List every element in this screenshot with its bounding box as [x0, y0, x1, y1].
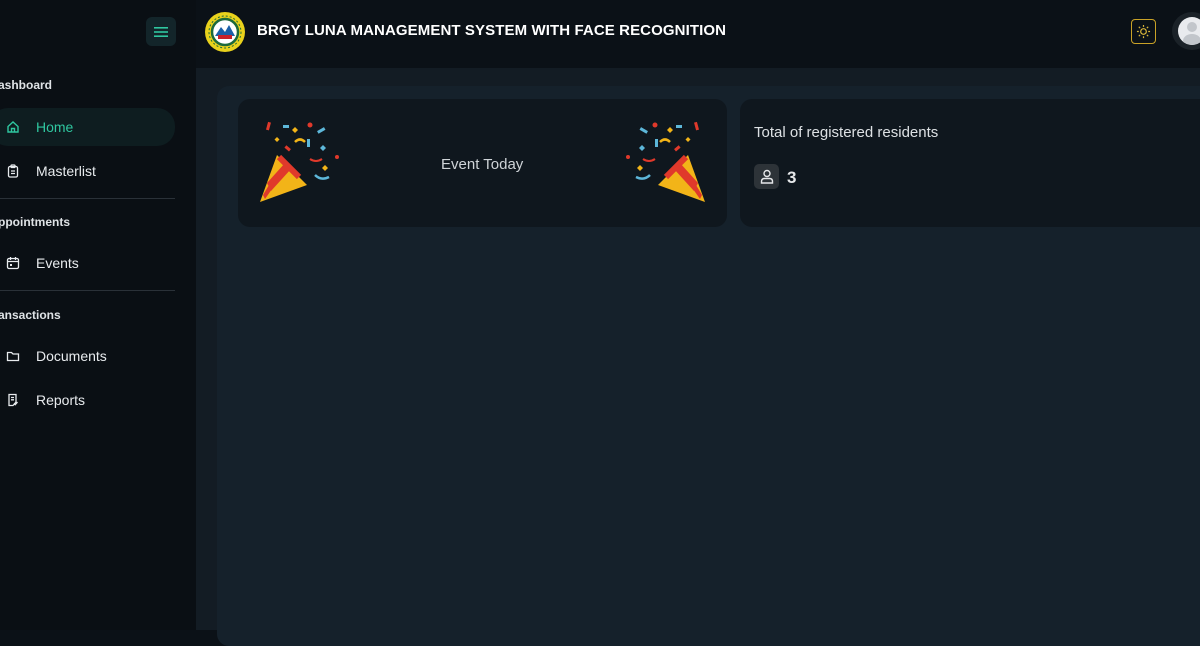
registered-residents-label: Total of registered residents [754, 124, 939, 141]
sidebar-item-label: Events [36, 255, 79, 271]
sidebar-item-masterlist[interactable]: Masterlist [0, 152, 175, 190]
theme-toggle-button[interactable] [1131, 19, 1156, 44]
sun-icon [1136, 24, 1151, 39]
section-label-appointments: ppointments [0, 215, 70, 229]
user-icon [754, 164, 779, 189]
report-icon [6, 393, 20, 407]
sidebar-item-home[interactable]: Home [0, 108, 175, 146]
calendar-icon [6, 256, 20, 270]
registered-residents-card [740, 99, 1200, 227]
menu-toggle-button[interactable] [146, 17, 176, 46]
page-title: BRGY LUNA MANAGEMENT SYSTEM WITH FACE RE… [257, 22, 727, 39]
hamburger-icon [154, 26, 168, 37]
folder-icon [6, 349, 20, 363]
sidebar-divider [0, 290, 175, 291]
home-icon [6, 120, 20, 134]
sidebar-item-label: Home [36, 119, 74, 135]
party-popper-icon [260, 121, 339, 202]
sidebar-item-events[interactable]: Events [0, 244, 175, 282]
sidebar-item-label: Documents [36, 348, 107, 364]
sidebar-item-documents[interactable]: Documents [0, 337, 175, 375]
section-label-transactions: ansactions [0, 308, 61, 322]
barangay-logo [205, 12, 245, 52]
party-popper-icon [626, 121, 705, 202]
avatar [1178, 17, 1200, 45]
sidebar-divider [0, 198, 175, 199]
registered-residents-count: 3 [787, 168, 797, 187]
sidebar-item-label: Masterlist [36, 163, 96, 179]
section-label-dashboard: ashboard [0, 78, 53, 92]
sidebar-item-reports[interactable]: Reports [0, 381, 175, 419]
clipboard-icon [6, 164, 20, 178]
sidebar-item-label: Reports [36, 392, 86, 408]
event-today-label: Event Today [441, 156, 524, 173]
